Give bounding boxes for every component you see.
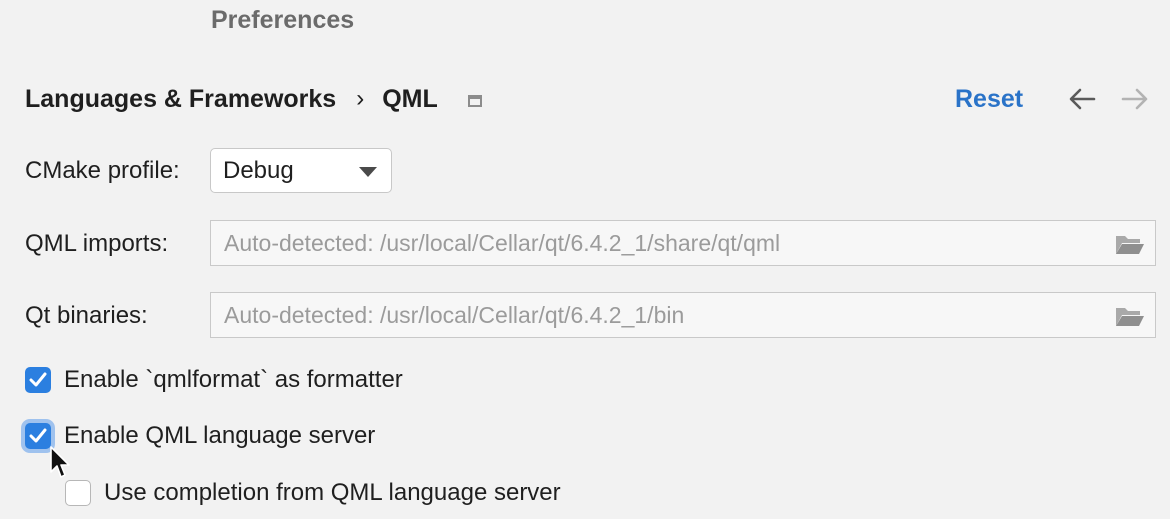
breadcrumb: Languages & Frameworks › QML bbox=[25, 80, 482, 118]
forward-arrow-icon[interactable] bbox=[1121, 86, 1149, 112]
qml-imports-placeholder: Auto-detected: /usr/local/Cellar/qt/6.4.… bbox=[224, 229, 781, 256]
chevron-down-icon bbox=[359, 167, 377, 177]
qml-imports-field[interactable]: Auto-detected: /usr/local/Cellar/qt/6.4.… bbox=[210, 220, 1156, 266]
qmlformat-checkbox[interactable] bbox=[25, 367, 51, 393]
window-title: Preferences bbox=[211, 6, 355, 34]
folder-open-icon[interactable] bbox=[1115, 304, 1145, 328]
cmake-profile-dropdown[interactable]: Debug bbox=[210, 148, 392, 193]
checkmark-icon bbox=[29, 428, 47, 443]
breadcrumb-separator: › bbox=[356, 85, 365, 112]
project-scope-icon bbox=[467, 94, 482, 107]
breadcrumb-item-languages-frameworks[interactable]: Languages & Frameworks bbox=[25, 85, 336, 114]
reset-link[interactable]: Reset bbox=[955, 80, 1023, 118]
completion-checkbox-label: Use completion from QML language server bbox=[104, 479, 561, 506]
qt-binaries-label: Qt binaries: bbox=[25, 302, 148, 329]
qml-language-server-checkbox-label: Enable QML language server bbox=[64, 422, 376, 449]
cmake-profile-label: CMake profile: bbox=[25, 157, 180, 184]
qmlformat-checkbox-row[interactable]: Enable `qmlformat` as formatter bbox=[25, 366, 403, 394]
qmlformat-checkbox-label: Enable `qmlformat` as formatter bbox=[64, 366, 403, 393]
mouse-pointer-icon bbox=[50, 446, 70, 478]
qml-language-server-checkbox-row[interactable]: Enable QML language server bbox=[25, 422, 375, 450]
completion-checkbox[interactable] bbox=[65, 480, 91, 506]
qt-binaries-field[interactable]: Auto-detected: /usr/local/Cellar/qt/6.4.… bbox=[210, 292, 1156, 338]
breadcrumb-item-qml: QML bbox=[382, 84, 438, 113]
qt-binaries-placeholder: Auto-detected: /usr/local/Cellar/qt/6.4.… bbox=[224, 301, 685, 328]
cmake-profile-value: Debug bbox=[223, 156, 294, 184]
settings-header: Languages & Frameworks › QML Reset bbox=[25, 80, 1155, 118]
qml-language-server-checkbox[interactable] bbox=[25, 423, 51, 449]
folder-open-icon[interactable] bbox=[1115, 232, 1145, 256]
back-arrow-icon[interactable] bbox=[1068, 86, 1096, 112]
completion-checkbox-row[interactable]: Use completion from QML language server bbox=[65, 479, 561, 507]
qml-imports-label: QML imports: bbox=[25, 230, 169, 257]
checkmark-icon bbox=[29, 372, 47, 387]
